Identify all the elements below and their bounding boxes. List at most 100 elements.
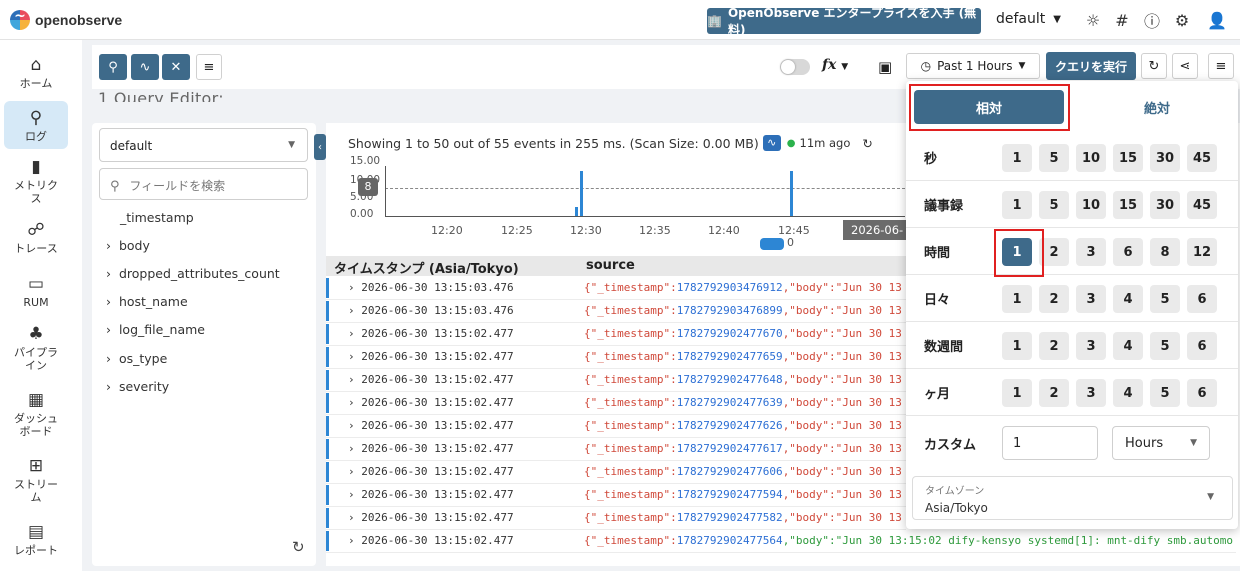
settings-gear-icon[interactable]: ⚙: [1171, 9, 1193, 31]
option-chip[interactable]: 6: [1113, 238, 1143, 266]
more-menu-button[interactable]: ≡: [1208, 53, 1234, 79]
table-row[interactable]: › 2026-06-30 13:15:03.476 {"_timestamp":1…: [326, 300, 906, 323]
custom-unit-select[interactable]: Hours ▼: [1112, 426, 1210, 460]
option-chip[interactable]: 3: [1076, 238, 1106, 266]
nav-reports[interactable]: ▤ レポート: [4, 523, 68, 563]
option-chip[interactable]: 1: [1002, 379, 1032, 407]
table-row[interactable]: › 2026-06-30 13:15:02.477 {"_timestamp":1…: [326, 392, 906, 415]
search-mode-button[interactable]: ⚲: [99, 54, 127, 80]
custom-value-input[interactable]: 1: [1002, 426, 1098, 460]
theme-toggle-icon[interactable]: ☼: [1082, 9, 1104, 31]
option-chip[interactable]: 30: [1150, 144, 1180, 172]
option-chip[interactable]: 12: [1187, 238, 1217, 266]
slack-icon[interactable]: #: [1111, 9, 1133, 31]
table-row[interactable]: › 2026-06-30 13:15:02.477 {"_timestamp":1…: [326, 438, 906, 461]
field-item[interactable]: _timestamp: [120, 210, 194, 225]
option-chip[interactable]: 6: [1187, 285, 1217, 313]
col-timestamp-header[interactable]: タイムスタンプ (Asia/Tokyo): [334, 258, 519, 277]
help-icon[interactable]: ⓘ: [1141, 9, 1163, 31]
org-selector[interactable]: default ▼: [996, 11, 1061, 27]
option-chip[interactable]: 2: [1039, 285, 1069, 313]
table-row[interactable]: › 2026-06-30 13:15:02.477 {"_timestamp":1…: [326, 323, 906, 346]
field-item[interactable]: › host_name: [106, 294, 188, 309]
refresh-icon[interactable]: ↻: [862, 136, 872, 151]
option-chip[interactable]: 30: [1150, 191, 1180, 219]
option-chip[interactable]: 2: [1039, 379, 1069, 407]
table-row[interactable]: › 2026-06-30 13:15:02.477 {"_timestamp":1…: [326, 461, 906, 484]
user-icon[interactable]: 👤: [1206, 9, 1228, 31]
row-source: {"_timestamp":1782792902477659,"body":"J…: [584, 350, 904, 363]
nav-dashboards[interactable]: ▦ ダッシュボード: [4, 391, 68, 443]
field-search-input[interactable]: ⚲ フィールドを検索: [99, 168, 308, 200]
table-row[interactable]: › 2026-06-30 13:15:02.477 {"_timestamp":1…: [326, 530, 1236, 553]
option-chip[interactable]: 3: [1076, 332, 1106, 360]
option-chip[interactable]: 15: [1113, 191, 1143, 219]
histogram-bar[interactable]: [575, 207, 578, 216]
tools-mode-button[interactable]: ✕: [162, 54, 190, 80]
table-row[interactable]: › 2026-06-30 13:15:02.477 {"_timestamp":1…: [326, 484, 906, 507]
enterprise-button[interactable]: 🏢 OpenObserve エンタープライズを入手 (無料): [707, 6, 981, 37]
option-chip[interactable]: 5: [1150, 285, 1180, 313]
nav-metrics[interactable]: ▮ メトリクス: [4, 158, 68, 208]
table-row[interactable]: › 2026-06-30 13:15:02.477 {"_timestamp":1…: [326, 415, 906, 438]
collapse-panel-button[interactable]: ‹: [314, 134, 326, 160]
option-chip[interactable]: 4: [1113, 379, 1143, 407]
table-row[interactable]: › 2026-06-30 13:15:02.477 {"_timestamp":1…: [326, 369, 906, 392]
histogram-bar[interactable]: [790, 171, 793, 216]
field-item[interactable]: › os_type: [106, 351, 167, 366]
option-chip[interactable]: 10: [1076, 191, 1106, 219]
option-chip[interactable]: 3: [1076, 379, 1106, 407]
nav-home[interactable]: ⌂ ホーム: [4, 56, 68, 96]
option-chip[interactable]: 4: [1113, 332, 1143, 360]
option-chip[interactable]: 1: [1002, 144, 1032, 172]
share-button[interactable]: ⋖: [1172, 53, 1198, 79]
option-chip[interactable]: 5: [1039, 191, 1069, 219]
field-item[interactable]: › body: [106, 238, 150, 253]
option-chip[interactable]: 4: [1113, 285, 1143, 313]
timezone-select[interactable]: タイムゾーン Asia/Tokyo ▼: [912, 476, 1233, 520]
option-chip[interactable]: 5: [1039, 144, 1069, 172]
histogram-bar[interactable]: [580, 171, 583, 216]
option-chip[interactable]: 2: [1039, 332, 1069, 360]
reset-fields-icon[interactable]: ↻: [292, 538, 305, 556]
refresh-interval-button[interactable]: ↻: [1141, 53, 1167, 79]
option-chip[interactable]: 6: [1187, 332, 1217, 360]
option-chip[interactable]: 45: [1187, 191, 1217, 219]
option-chip[interactable]: 5: [1150, 332, 1180, 360]
tools-icon: ✕: [170, 59, 182, 75]
legend-swatch[interactable]: [760, 238, 784, 250]
field-item[interactable]: › log_file_name: [106, 322, 205, 337]
nav-rum[interactable]: ▭ RUM: [4, 275, 68, 315]
table-row[interactable]: › 2026-06-30 13:15:02.477 {"_timestamp":1…: [326, 507, 906, 530]
logo[interactable]: openobserve: [10, 8, 122, 31]
field-item[interactable]: › severity: [106, 379, 169, 394]
option-chip[interactable]: 8: [1150, 238, 1180, 266]
time-range-selector[interactable]: ◷ Past 1 Hours ▼: [906, 53, 1040, 79]
option-chip[interactable]: 1: [1002, 332, 1032, 360]
table-row[interactable]: › 2026-06-30 13:15:03.476 {"_timestamp":1…: [326, 277, 906, 300]
nav-logs[interactable]: ⚲ ログ: [4, 101, 68, 149]
nav-traces[interactable]: ☍ トレース: [4, 221, 68, 261]
nav-streams[interactable]: ⊞ ストリーム: [4, 457, 68, 509]
option-chip[interactable]: 1: [1002, 191, 1032, 219]
save-icon[interactable]: ▣: [878, 58, 892, 76]
menu-button[interactable]: ≡: [196, 54, 222, 80]
sql-mode-toggle[interactable]: [780, 59, 810, 75]
option-chip[interactable]: 6: [1187, 379, 1217, 407]
option-chip[interactable]: 45: [1187, 144, 1217, 172]
stream-select[interactable]: default ▼: [99, 128, 308, 162]
option-chip[interactable]: 15: [1113, 144, 1143, 172]
col-source-header[interactable]: source: [586, 258, 635, 273]
tab-absolute[interactable]: 絶対: [1084, 90, 1230, 124]
option-chip[interactable]: 10: [1076, 144, 1106, 172]
table-row[interactable]: › 2026-06-30 13:15:02.477 {"_timestamp":1…: [326, 346, 906, 369]
run-query-button[interactable]: クエリを実行: [1046, 52, 1136, 80]
option-chip[interactable]: 1: [1002, 285, 1032, 313]
nav-pipelines[interactable]: ♣ パイプライン: [4, 325, 68, 377]
functions-button[interactable]: fx ▼: [822, 57, 848, 73]
field-item[interactable]: › dropped_attributes_count: [106, 266, 280, 281]
histogram-toggle-icon[interactable]: ∿: [762, 135, 781, 151]
option-chip[interactable]: 5: [1150, 379, 1180, 407]
option-chip[interactable]: 3: [1076, 285, 1106, 313]
visualize-mode-button[interactable]: ∿: [131, 54, 159, 80]
